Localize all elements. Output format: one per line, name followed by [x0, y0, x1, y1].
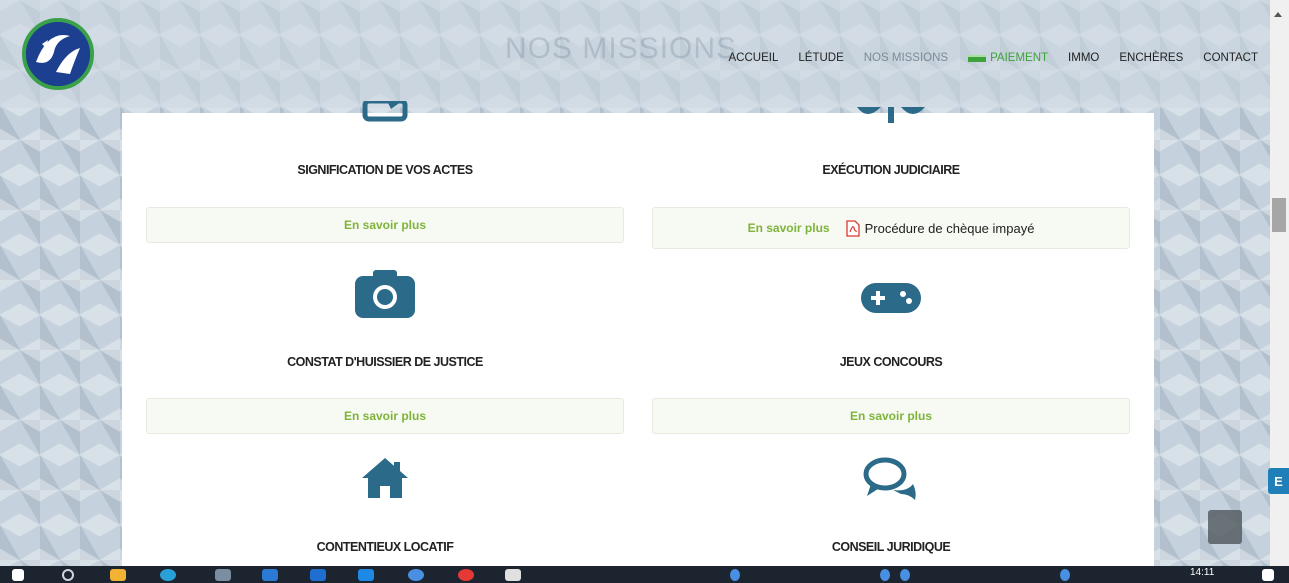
word-icon[interactable] [358, 569, 374, 581]
mission-card-signification: SIGNIFICATION DE VOS ACTES En savoir plu… [146, 101, 624, 253]
nav-encheres[interactable]: ENCHÈRES [1119, 52, 1183, 64]
tray-icon[interactable] [880, 569, 890, 581]
more-link[interactable]: En savoir plus [344, 409, 426, 423]
mail-icon[interactable] [262, 569, 278, 581]
search-icon[interactable] [62, 569, 74, 581]
site-logo[interactable] [22, 18, 94, 90]
teams-icon[interactable] [408, 569, 424, 581]
mission-title: CONSTAT D'HUISSIER DE JUSTICE [287, 355, 483, 369]
section-ghost-title: NOS MISSIONS [505, 32, 738, 65]
more-link[interactable]: En savoir plus [344, 218, 426, 232]
site-header: NOS MISSIONS ACCUEIL LÉTUDE NOS MISSIONS… [0, 0, 1270, 108]
home-icon [360, 456, 410, 500]
active-app-icon[interactable] [505, 569, 521, 581]
mission-card-conseil: CONSEIL JURIDIQUE [652, 448, 1130, 566]
chrome-icon[interactable] [458, 569, 474, 581]
more-box: En savoir plus [146, 398, 624, 434]
credit-card-icon [968, 54, 987, 62]
tray-icon[interactable] [730, 569, 740, 581]
camera-icon [355, 268, 415, 318]
app-icon[interactable] [215, 569, 231, 581]
mission-card-contentieux: CONTENTIEUX LOCATIF [146, 448, 624, 566]
edge-browser-icon[interactable] [160, 569, 176, 581]
mission-title: SIGNIFICATION DE VOS ACTES [297, 163, 473, 177]
nav-nos-missions[interactable]: NOS MISSIONS [864, 52, 948, 64]
more-box: En savoir plus [146, 207, 624, 243]
nav-paiement[interactable]: PAIEMENT [968, 52, 1048, 64]
nav-accueil[interactable]: ACCUEIL [729, 52, 779, 64]
comments-icon [863, 456, 919, 502]
mission-card-constat: CONSTAT D'HUISSIER DE JUSTICE En savoir … [146, 263, 624, 434]
pdf-file-icon [845, 219, 860, 237]
nav-paiement-label: PAIEMENT [990, 52, 1049, 64]
nav-letude[interactable]: LÉTUDE [798, 52, 843, 64]
more-box: En savoir plus [652, 398, 1130, 434]
windows-start-icon[interactable] [12, 569, 24, 581]
pdf-link-label: Procédure de chèque impayé [864, 220, 1035, 236]
missions-panel: SIGNIFICATION DE VOS ACTES En savoir plu… [122, 101, 1154, 566]
more-link[interactable]: En savoir plus [748, 221, 830, 235]
store-icon[interactable] [310, 569, 326, 581]
tray-icon[interactable] [1060, 569, 1070, 581]
pdf-link[interactable]: Procédure de chèque impayé [845, 219, 1035, 237]
mission-card-jeux: JEUX CONCOURS En savoir plus [652, 263, 1130, 434]
scroll-thumb[interactable] [1272, 198, 1286, 232]
scroll-up-arrow-icon[interactable] [1274, 12, 1282, 17]
mission-title: EXÉCUTION JUDICIAIRE [822, 163, 960, 177]
side-widget-tab[interactable]: E [1268, 468, 1289, 494]
nav-contact[interactable]: CONTACT [1203, 52, 1258, 64]
logo-emblem-icon [26, 22, 90, 86]
os-taskbar: 14:11 [0, 566, 1289, 583]
mission-title: CONTENTIEUX LOCATIF [316, 540, 454, 554]
notification-icon[interactable] [1262, 569, 1274, 581]
file-explorer-icon[interactable] [110, 569, 126, 581]
mission-title: JEUX CONCOURS [839, 355, 943, 369]
nav-immo[interactable]: IMMO [1068, 52, 1099, 64]
edit-icon [361, 101, 409, 123]
balance-scale-icon [855, 107, 927, 127]
back-to-top-button[interactable] [1208, 510, 1242, 544]
mission-card-execution: EXÉCUTION JUDICIAIRE En savoir plus Proc… [652, 107, 1130, 253]
more-box: En savoir plus Procédure de chèque impay… [652, 207, 1130, 249]
main-nav: ACCUEIL LÉTUDE NOS MISSIONS PAIEMENT IMM… [729, 52, 1258, 64]
gamepad-icon [861, 283, 921, 313]
more-link[interactable]: En savoir plus [850, 409, 932, 423]
mission-title: CONSEIL JURIDIQUE [831, 540, 951, 554]
tray-icon[interactable] [900, 569, 910, 581]
taskbar-clock[interactable]: 14:11 [1190, 567, 1214, 578]
